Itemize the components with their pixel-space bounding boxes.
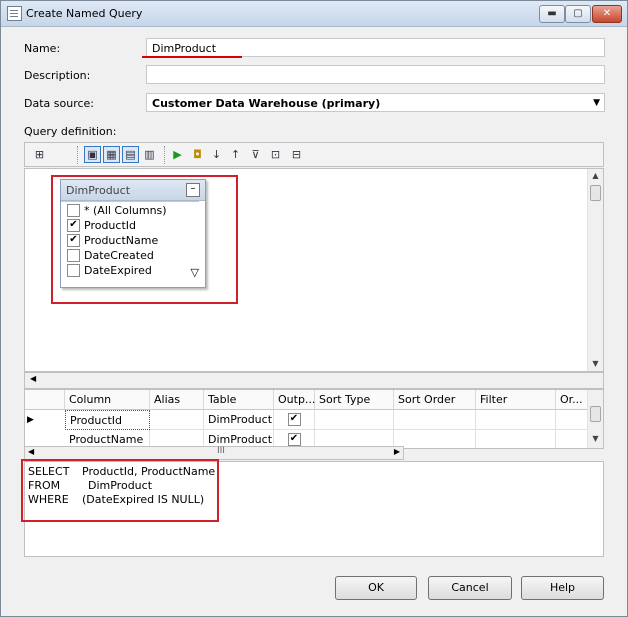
sql-pane-icon[interactable]: ▤	[122, 146, 139, 163]
query-toolbar: ⊞ ▣ ▦ ▤ ▥ ▶ ◘ ↓ ↑ ⊽ ⊡ ⊟	[24, 142, 604, 167]
minimize-button[interactable]: ▬	[539, 5, 565, 23]
scroll-down-icon[interactable]: ▼	[588, 359, 603, 368]
ok-button[interactable]: OK	[335, 576, 417, 600]
scroll-thumb[interactable]	[590, 406, 601, 422]
datasource-value: Customer Data Warehouse (primary)	[152, 97, 381, 110]
cancel-button[interactable]: Cancel	[428, 576, 512, 600]
maximize-button[interactable]: ▢	[565, 5, 591, 23]
output-checkbox[interactable]: ✔	[287, 432, 301, 446]
close-button[interactable]: ✕	[592, 5, 622, 23]
scroll-down-icon[interactable]: ▼	[588, 434, 603, 443]
title-bar[interactable]: Create Named Query ▬ ▢ ✕	[1, 1, 627, 27]
grid-header-alias: Alias	[150, 390, 204, 410]
grid-header-sort-order: Sort Order	[394, 390, 476, 410]
dialog-icon	[7, 6, 22, 21]
results-pane-icon[interactable]: ▥	[142, 147, 157, 162]
current-row-icon: ▶	[27, 415, 34, 425]
grid-header-sort-type: Sort Type	[315, 390, 394, 410]
grid-cell-filter[interactable]	[476, 430, 556, 448]
grid-cell-column[interactable]: ProductId	[65, 410, 150, 430]
description-input[interactable]	[146, 65, 605, 84]
description-label: Description:	[24, 69, 91, 82]
verify-sql-icon[interactable]: ◘	[190, 147, 205, 162]
scroll-up-icon[interactable]: ▲	[588, 171, 603, 180]
run-icon[interactable]: ▶	[170, 147, 185, 162]
criteria-grid[interactable]: Column Alias Table Outp... Sort Type Sor…	[24, 389, 604, 449]
name-highlight-underline	[142, 56, 242, 58]
grid-cell-or[interactable]	[556, 410, 589, 430]
grid-cell-sort-order[interactable]	[394, 410, 476, 430]
datasource-select[interactable]: Customer Data Warehouse (primary) ▼	[146, 93, 605, 112]
datasource-label: Data source:	[24, 97, 94, 110]
output-checkbox[interactable]: ✔	[287, 412, 301, 426]
create-named-query-dialog: Create Named Query ▬ ▢ ✕ Name: DimProduc…	[0, 0, 628, 617]
diagram-horizontal-scrollbar[interactable]: ◀	[24, 372, 604, 389]
help-button[interactable]: Help	[521, 576, 604, 600]
use-group-by-icon[interactable]: ⊡	[268, 147, 283, 162]
grid-header-output: Outp...	[274, 390, 315, 410]
scroll-left-icon[interactable]: ◀	[28, 447, 34, 456]
grid-pane-icon[interactable]: ▦	[103, 146, 120, 163]
scroll-grip[interactable]: III	[217, 446, 225, 456]
grid-header-or: Or...	[556, 390, 589, 410]
toolbar-separator	[164, 146, 166, 164]
grid-cell-sort-order[interactable]	[394, 430, 476, 448]
remove-filter-icon[interactable]: ⊽	[248, 147, 263, 162]
grid-vertical-scrollbar[interactable]: ▼	[587, 390, 603, 448]
diagram-pane-icon[interactable]: ▣	[84, 146, 101, 163]
grid-cell-output[interactable]: ✔	[274, 410, 315, 430]
sort-ascending-icon[interactable]: ↓	[209, 147, 224, 162]
grid-header-table: Table	[204, 390, 274, 410]
query-definition-label: Query definition:	[24, 125, 117, 138]
grid-cell-or[interactable]	[556, 430, 589, 448]
grid-header-column: Column	[65, 390, 150, 410]
grid-cell-alias[interactable]	[150, 410, 204, 430]
dropdown-arrow-icon[interactable]: ▼	[593, 94, 600, 113]
add-derived-table-icon[interactable]: ⊟	[289, 147, 304, 162]
scroll-right-icon[interactable]: ▶	[394, 447, 400, 456]
diagram-vertical-scrollbar[interactable]: ▲ ▼	[587, 169, 603, 371]
toolbar-separator	[77, 146, 79, 164]
grid-header-filter: Filter	[476, 390, 556, 410]
window-title: Create Named Query	[26, 7, 143, 20]
scroll-thumb[interactable]	[590, 185, 601, 201]
grid-cell-table[interactable]: DimProduct	[204, 410, 274, 430]
grid-cell-sort-type[interactable]	[315, 410, 394, 430]
name-input[interactable]: DimProduct	[146, 38, 605, 57]
sql-highlight-box	[21, 459, 219, 522]
grid-row-header	[25, 390, 65, 410]
grid-cell-filter[interactable]	[476, 410, 556, 430]
add-table-icon[interactable]: ⊞	[32, 147, 47, 162]
grid-horizontal-scrollbar[interactable]: ◀ III ▶	[24, 446, 404, 460]
sort-descending-icon[interactable]: ↑	[228, 147, 243, 162]
table-highlight-box	[51, 175, 238, 304]
scroll-left-icon[interactable]: ◀	[30, 374, 36, 383]
name-label: Name:	[24, 42, 61, 55]
